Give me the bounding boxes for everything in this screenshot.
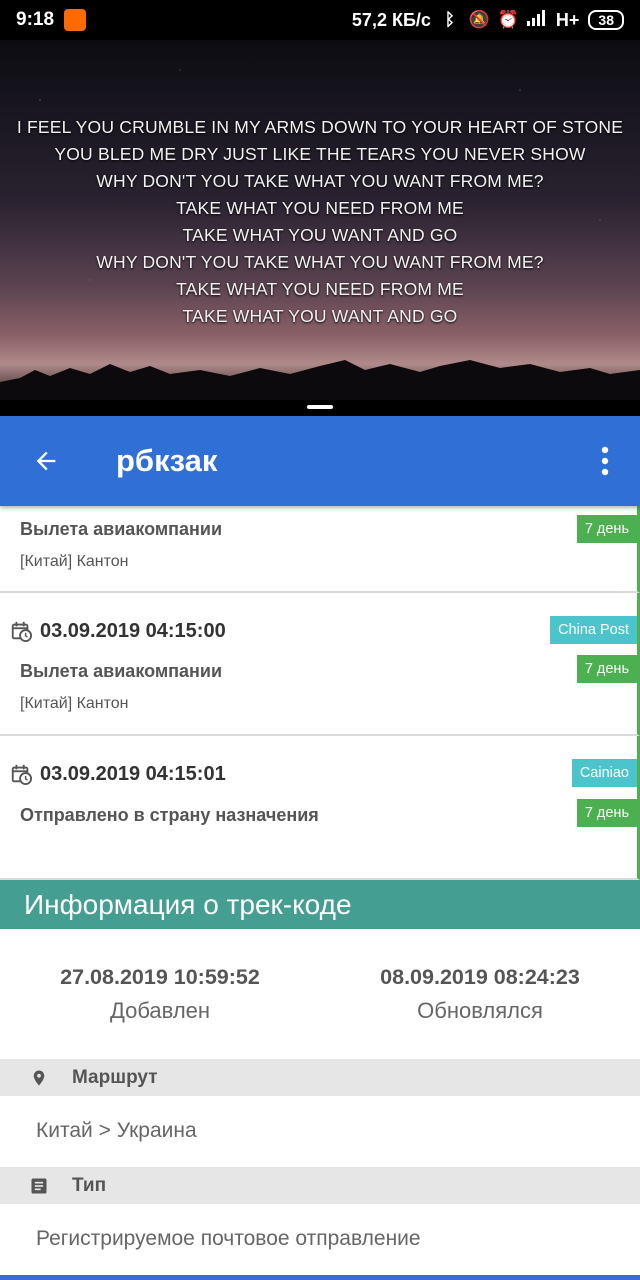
days-tag: 7 день [576, 655, 637, 683]
bottom-accent-bar [0, 1275, 640, 1280]
updated-date-label: Обновлялся [417, 998, 543, 1023]
lyrics-line: WHY DON'T YOU TAKE WHAT YOU WANT FROM ME… [96, 252, 544, 272]
lyrics-line: TAKE WHAT YOU WANT AND GO [182, 225, 458, 245]
added-date-block: 27.08.2019 10:59:52 Добавлен [0, 929, 320, 1059]
lyrics-line: TAKE WHAT YOU NEED FROM ME [176, 198, 464, 218]
tracking-event: 7 день Вылета авиакомпании [Китай] Канто… [0, 506, 640, 593]
updated-date-value: 08.09.2019 08:24:23 [380, 965, 580, 989]
event-date: 03.09.2019 04:15:00 [40, 619, 226, 642]
more-options-button[interactable] [590, 431, 620, 491]
added-date-label: Добавлен [109, 998, 211, 1023]
event-status: Отправлено в страну назначения [20, 805, 319, 825]
calendar-clock-icon [11, 764, 32, 785]
signal-icon [526, 10, 547, 30]
carrier-tag: China Post [550, 616, 637, 644]
days-tag: 7 день [576, 799, 637, 827]
app-bar: рбкзак [0, 416, 640, 506]
lyrics-line: I FEEL YOU CRUMBLE IN MY ARMS DOWN TO YO… [16, 117, 624, 137]
back-arrow-icon [36, 451, 56, 471]
updated-date-block: 08.09.2019 08:24:23 Обновлялся [320, 929, 640, 1059]
more-vert-icon [601, 446, 609, 476]
event-date-row: 03.09.2019 04:15:00 [10, 616, 226, 646]
event-date-row: 03.09.2019 04:15:01 [10, 759, 226, 789]
added-date-value: 27.08.2019 10:59:52 [60, 965, 260, 989]
calendar-clock-icon [11, 621, 32, 642]
network-type: H+ [555, 9, 580, 30]
tracking-event: Cainiao 7 день 03.09.2019 04:15:01 Отпра… [0, 736, 640, 880]
event-place: [Китай] Кантон [20, 695, 129, 712]
event-status: Вылета авиакомпании [20, 661, 223, 681]
document-icon [24, 1176, 54, 1196]
route-section-header: Маршрут [0, 1059, 640, 1096]
status-right: 57,2 КБ/с ᛒ 🔕 ⏰ H+ 38 [352, 10, 624, 31]
lyrics-text: I FEEL YOU CRUMBLE IN MY ARMS DOWN TO YO… [0, 114, 640, 330]
battery-icon: 38 [588, 10, 624, 30]
split-divider[interactable] [0, 400, 640, 416]
location-pin-icon [24, 1067, 54, 1089]
status-time: 9:18 [16, 9, 55, 30]
type-label: Тип [72, 1174, 107, 1196]
tracking-event: China Post 7 день 03.09.2019 04:15:00 Вы… [0, 593, 640, 736]
lyrics-line: WHY DON'T YOU TAKE WHAT YOU WANT FROM ME… [96, 171, 544, 191]
route-label: Маршрут [72, 1066, 158, 1088]
lyrics-line: TAKE WHAT YOU WANT AND GO [182, 306, 458, 326]
event-date: 03.09.2019 04:15:01 [40, 762, 226, 785]
back-button[interactable] [16, 431, 76, 491]
event-place: [Китай] Кантон [20, 553, 129, 570]
dates-row: 27.08.2019 10:59:52 Добавлен 08.09.2019 … [0, 929, 640, 1059]
drag-handle[interactable] [307, 405, 333, 409]
days-tag: 7 день [576, 515, 637, 543]
status-bar: 9:18 57,2 КБ/с ᛒ 🔕 ⏰ H+ 38 [0, 0, 640, 40]
net-speed: 57,2 КБ/с [351, 9, 431, 30]
treeline-silhouette [0, 360, 640, 400]
app-notification-icon [64, 9, 87, 31]
tracking-events-list[interactable]: 7 день Вылета авиакомпании [Китай] Канто… [0, 506, 640, 880]
alarm-icon: ⏰ [497, 10, 520, 29]
page-title: рбкзак [116, 443, 218, 478]
type-section-header: Тип [0, 1167, 640, 1204]
video-player[interactable]: I FEEL YOU CRUMBLE IN MY ARMS DOWN TO YO… [0, 40, 640, 400]
mute-icon: 🔕 [468, 10, 491, 29]
lyrics-line: TAKE WHAT YOU NEED FROM ME [176, 279, 464, 299]
info-section-header: Информация о трек-коде [0, 880, 640, 929]
type-value: Регистрируемое почтовое отправление [36, 1227, 421, 1250]
route-value: Китай > Украина [36, 1119, 197, 1142]
lyrics-line: YOU BLED ME DRY JUST LIKE THE TEARS YOU … [54, 144, 586, 164]
carrier-tag: Cainiao [571, 759, 637, 787]
event-status: Вылета авиакомпании [20, 519, 223, 539]
bluetooth-icon: ᛒ [444, 10, 455, 29]
